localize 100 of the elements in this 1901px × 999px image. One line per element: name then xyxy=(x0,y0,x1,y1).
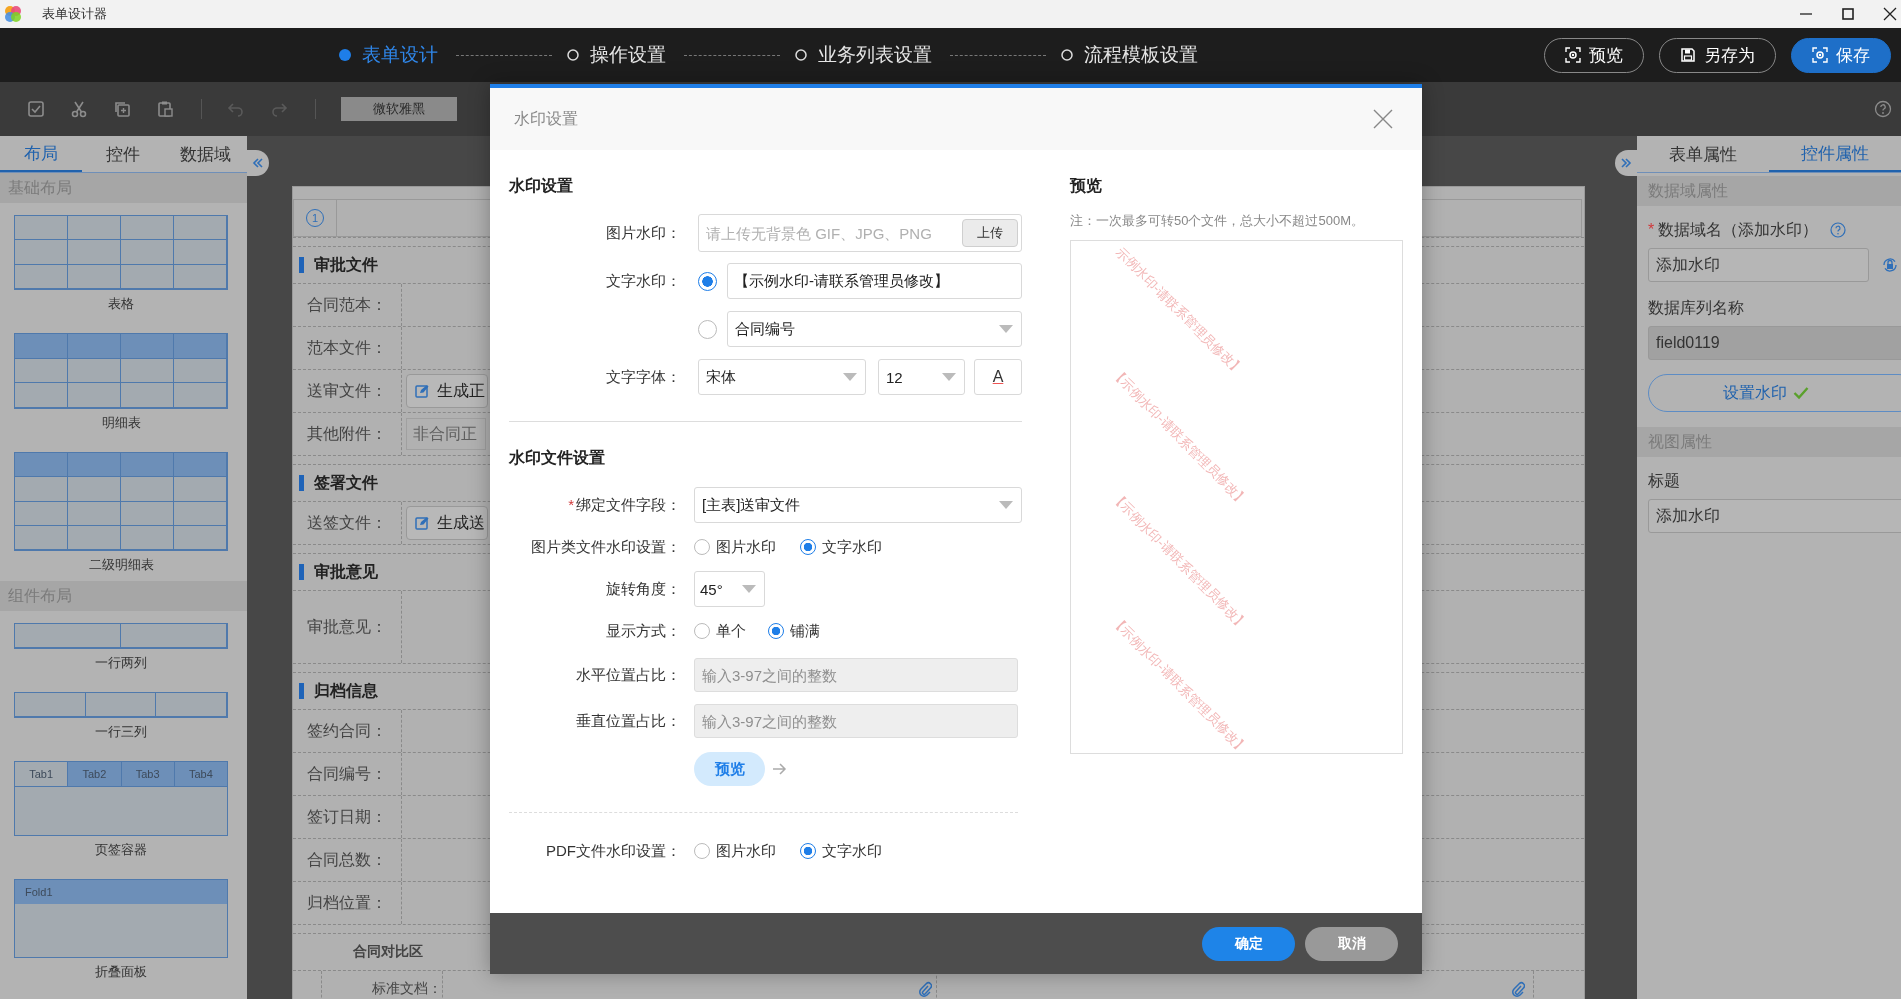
required-mark: * xyxy=(568,495,574,513)
field-label: 标题 xyxy=(1648,470,1680,491)
layout-label: 明细表 xyxy=(100,414,142,432)
field-label: 标准文档： xyxy=(372,980,442,998)
section-title: 水印设置 xyxy=(509,176,574,196)
radio-button[interactable] xyxy=(768,623,784,639)
scissors-icon[interactable] xyxy=(70,100,88,118)
radio-button[interactable] xyxy=(694,539,710,555)
layout-thumbnail[interactable] xyxy=(14,623,228,649)
select-field[interactable]: [主表]送审文件 xyxy=(694,487,1022,523)
input-field[interactable]: 添加水印 xyxy=(1648,499,1901,533)
generate-button[interactable]: 生成送 xyxy=(406,506,488,540)
maximize-icon[interactable] xyxy=(1841,7,1855,21)
chevrons-right-icon xyxy=(1620,157,1632,169)
field-label: 数据域名（添加水印） xyxy=(1658,219,1819,240)
arrow-right-icon xyxy=(773,763,787,775)
field-label: 显示方式： xyxy=(605,621,681,641)
radio-button[interactable] xyxy=(698,319,717,339)
radio-label: 文字水印 xyxy=(822,537,882,557)
field-label: 签订日期： xyxy=(307,806,387,827)
section-title: 归档信息 xyxy=(314,680,378,701)
collapse-button[interactable] xyxy=(247,150,269,176)
confirm-button[interactable]: 确定 xyxy=(1202,926,1295,961)
radio-button[interactable] xyxy=(698,271,717,291)
generate-button[interactable]: 生成正 xyxy=(406,374,488,408)
undo-icon[interactable] xyxy=(227,100,245,118)
select-field[interactable]: 合同编号 xyxy=(727,311,1022,347)
layout-thumbnail[interactable] xyxy=(14,215,228,290)
field-label: 图片水印： xyxy=(605,223,681,243)
font-color-button[interactable]: A xyxy=(974,359,1022,395)
radio-label: 文字水印 xyxy=(822,841,882,861)
section-marker xyxy=(299,257,304,273)
radio-button[interactable] xyxy=(694,843,710,859)
input-field[interactable]: 添加水印 xyxy=(1648,248,1869,282)
field-label: 垂直位置占比： xyxy=(575,711,681,731)
upload-button[interactable]: 上传 xyxy=(962,219,1018,247)
step-dot-icon xyxy=(1060,48,1074,62)
save-button[interactable]: 保存 xyxy=(1791,37,1891,73)
step-tab[interactable]: 操作设置 xyxy=(566,42,666,68)
layout-label: 一行两列 xyxy=(94,654,148,672)
paperclip-icon[interactable] xyxy=(918,981,932,997)
caret-icon xyxy=(999,501,1013,509)
radio-label: 图片水印 xyxy=(716,537,776,557)
radio-button[interactable] xyxy=(694,623,710,639)
select-field[interactable]: 45° xyxy=(694,571,765,607)
expand-button[interactable] xyxy=(1615,150,1637,176)
field-label: 范本文件： xyxy=(307,337,387,358)
field-label: 水平位置占比： xyxy=(575,665,681,685)
radio-label: 单个 xyxy=(716,621,746,641)
layout-thumbnail[interactable] xyxy=(14,333,228,409)
step-dot-icon xyxy=(794,48,808,62)
panel-tab[interactable]: 表单属性 xyxy=(1637,136,1769,172)
radio-button[interactable] xyxy=(800,539,816,555)
note-text: 注：一次最多可转50个文件，总大小不超过500M。 xyxy=(1070,212,1365,230)
layout-thumbnail[interactable] xyxy=(14,692,228,718)
section-marker xyxy=(299,683,304,699)
panel-tab[interactable]: 控件 xyxy=(82,136,165,172)
help-icon[interactable] xyxy=(1830,222,1847,238)
layout-label: 二级明细表 xyxy=(87,556,155,574)
help-icon[interactable] xyxy=(1874,100,1892,118)
field-label: 其他附件： xyxy=(307,423,387,444)
section-title: 签署文件 xyxy=(314,472,378,493)
section-marker xyxy=(299,564,304,580)
field-label: 签约合同： xyxy=(307,720,387,741)
checkbox-icon[interactable] xyxy=(27,100,45,118)
thumbnail-tab: Tab3 xyxy=(120,762,174,786)
section-title: 审批文件 xyxy=(314,254,378,275)
field-label: 旋转角度： xyxy=(605,579,681,599)
tabs-thumbnail[interactable]: Tab1 Tab2 Tab3 Tab4 xyxy=(14,761,228,836)
copy-icon[interactable] xyxy=(113,100,131,118)
edit-icon xyxy=(415,516,429,530)
field-label: 送审文件： xyxy=(307,380,387,401)
layout-label: 表格 xyxy=(107,295,135,313)
input-field[interactable]: 非合同正 xyxy=(406,418,486,450)
paste-icon[interactable] xyxy=(156,100,174,118)
redo-icon[interactable] xyxy=(270,100,288,118)
select-field[interactable]: 宋体 xyxy=(698,359,866,395)
radio-button[interactable] xyxy=(800,843,816,859)
close-icon[interactable] xyxy=(1883,7,1897,21)
paperclip-icon[interactable] xyxy=(1511,981,1525,997)
step-tab[interactable]: 流程模板设置 xyxy=(1060,42,1198,68)
upload-field[interactable]: 请上传无背景色 GIF、JPG、PNG 上传 xyxy=(698,214,1022,252)
field-label: 送签文件： xyxy=(307,512,387,533)
field-label: 数据库列名称 xyxy=(1648,297,1744,318)
field-label: 图片类文件水印设置： xyxy=(530,537,681,557)
step-dot-icon xyxy=(566,48,580,62)
step-tab[interactable]: 表单设计 xyxy=(338,42,438,68)
panel-tab[interactable]: 数据域 xyxy=(164,136,247,172)
layout-thumbnail[interactable] xyxy=(14,452,228,551)
edit-icon xyxy=(415,384,429,398)
lock-icon[interactable] xyxy=(1882,257,1898,273)
field-label: 合同范本： xyxy=(307,294,387,315)
font-select[interactable]: 微软雅黑 xyxy=(341,97,457,121)
input-field[interactable]: 【示例水印-请联系管理员修改】 xyxy=(727,263,1022,299)
step-tab[interactable]: 业务列表设置 xyxy=(794,42,932,68)
select-field[interactable]: 12 xyxy=(878,359,965,395)
radio-label: 图片水印 xyxy=(716,841,776,861)
scan-eye-icon xyxy=(1812,47,1828,63)
section-title: 预览 xyxy=(1070,176,1103,196)
field-label: 绑定文件字段： xyxy=(576,495,681,513)
